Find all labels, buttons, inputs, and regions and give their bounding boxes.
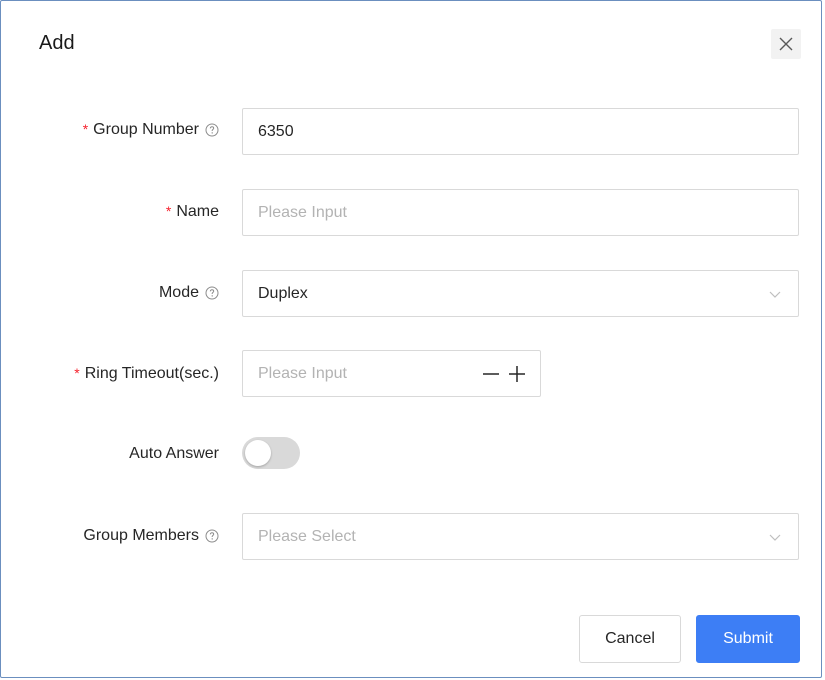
group-number-input[interactable]: 6350 [242, 108, 799, 155]
auto-answer-label: Auto Answer [129, 445, 219, 463]
group-members-placeholder: Please Select [258, 527, 356, 545]
group-number-value: 6350 [258, 122, 294, 140]
submit-button[interactable]: Submit [696, 615, 800, 663]
question-circle-icon[interactable] [205, 123, 219, 137]
add-group-dialog: Add * Group Number 6350 * Name Please In… [0, 0, 822, 678]
question-circle-icon[interactable] [205, 529, 219, 543]
plus-icon[interactable] [508, 365, 526, 383]
chevron-down-icon [769, 291, 781, 298]
dialog-title: Add [39, 32, 75, 54]
minus-icon[interactable] [482, 365, 500, 383]
name-placeholder: Please Input [258, 203, 347, 221]
group-members-select[interactable]: Please Select [242, 513, 799, 560]
mode-label: Mode [159, 284, 219, 302]
group-number-label: * Group Number [83, 121, 219, 139]
group-number-label-text: Group Number [93, 121, 199, 138]
ring-timeout-label-text: Ring Timeout(sec.) [84, 365, 219, 382]
auto-answer-toggle[interactable] [242, 437, 300, 469]
chevron-down-icon [769, 534, 781, 541]
ring-timeout-label: * Ring Timeout(sec.) [74, 365, 219, 383]
ring-timeout-stepper[interactable]: Please Input [242, 350, 541, 397]
group-members-label: Group Members [83, 527, 219, 545]
mode-select[interactable]: Duplex [242, 270, 799, 317]
cancel-button[interactable]: Cancel [579, 615, 681, 663]
mode-selected-value: Duplex [258, 284, 308, 302]
name-label: * Name [166, 203, 219, 221]
question-circle-icon[interactable] [205, 286, 219, 300]
auto-answer-label-text: Auto Answer [129, 445, 219, 462]
required-mark: * [82, 121, 89, 137]
name-label-text: Name [176, 203, 219, 220]
group-members-label-text: Group Members [83, 527, 199, 544]
close-icon [779, 37, 793, 51]
required-mark: * [165, 203, 172, 219]
ring-timeout-placeholder: Please Input [258, 364, 347, 382]
name-input[interactable]: Please Input [242, 189, 799, 236]
close-button[interactable] [771, 29, 801, 59]
toggle-knob [245, 440, 271, 466]
mode-label-text: Mode [158, 284, 199, 301]
required-mark: * [74, 365, 80, 381]
